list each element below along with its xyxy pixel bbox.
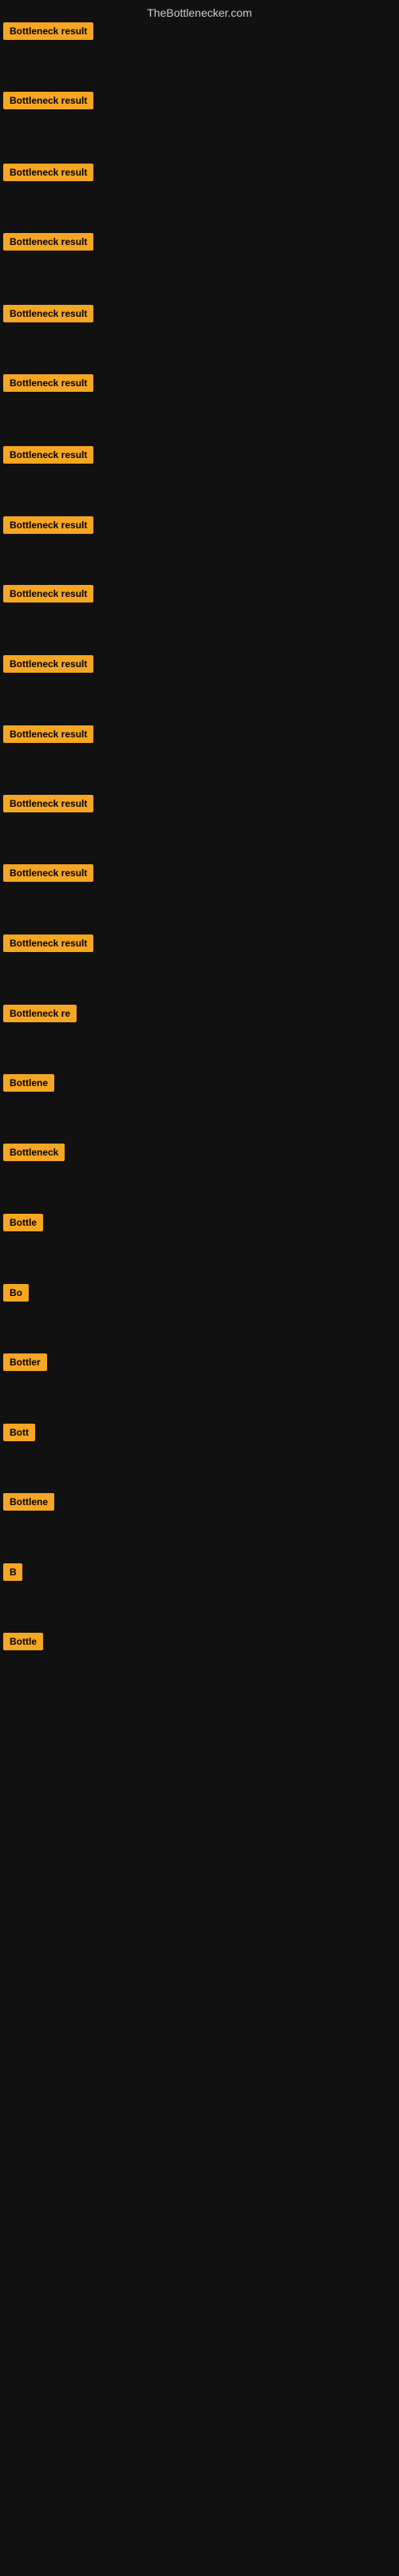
bottleneck-badge-23[interactable]: B (3, 1563, 22, 1585)
site-title-container: TheBottlenecker.com (0, 0, 399, 22)
bottleneck-badge-21[interactable]: Bott (3, 1424, 35, 1445)
bottleneck-badge-text-11: Bottleneck result (3, 725, 93, 743)
bottleneck-badge-4[interactable]: Bottleneck result (3, 233, 93, 255)
bottleneck-badge-text-20: Bottler (3, 1353, 47, 1371)
bottleneck-badge-text-19: Bo (3, 1284, 29, 1302)
bottleneck-badge-12[interactable]: Bottleneck result (3, 795, 93, 816)
bottleneck-badge-7[interactable]: Bottleneck result (3, 446, 93, 468)
bottleneck-badge-text-9: Bottleneck result (3, 585, 93, 603)
bottleneck-badge-14[interactable]: Bottleneck result (3, 934, 93, 956)
bottleneck-badge-8[interactable]: Bottleneck result (3, 516, 93, 538)
bottleneck-badge-text-2: Bottleneck result (3, 92, 93, 109)
bottleneck-badge-text-10: Bottleneck result (3, 655, 93, 673)
bottleneck-badge-text-22: Bottlene (3, 1493, 54, 1511)
bottleneck-badge-text-13: Bottleneck result (3, 864, 93, 882)
site-title: TheBottlenecker.com (0, 0, 399, 22)
bottleneck-badge-10[interactable]: Bottleneck result (3, 655, 93, 677)
badges-container: Bottleneck result Bottleneck result Bottle… (0, 22, 399, 2576)
bottleneck-badge-2[interactable]: Bottleneck result (3, 92, 93, 113)
bottleneck-badge-22[interactable]: Bottlene (3, 1493, 54, 1515)
bottleneck-badge-11[interactable]: Bottleneck result (3, 725, 93, 747)
bottleneck-badge-17[interactable]: Bottleneck (3, 1144, 65, 1165)
bottleneck-badge-20[interactable]: Bottler (3, 1353, 47, 1375)
bottleneck-badge-19[interactable]: Bo (3, 1284, 29, 1306)
bottleneck-badge-1[interactable]: Bottleneck result (3, 22, 93, 44)
bottleneck-badge-text-6: Bottleneck result (3, 374, 93, 392)
bottleneck-badge-text-16: Bottlene (3, 1074, 54, 1092)
bottleneck-badge-text-3: Bottleneck result (3, 164, 93, 181)
bottleneck-badge-text-4: Bottleneck result (3, 233, 93, 251)
bottleneck-badge-text-7: Bottleneck result (3, 446, 93, 464)
bottleneck-badge-text-8: Bottleneck result (3, 516, 93, 534)
bottleneck-badge-text-17: Bottleneck (3, 1144, 65, 1161)
bottleneck-badge-13[interactable]: Bottleneck result (3, 864, 93, 886)
bottleneck-badge-3[interactable]: Bottleneck result (3, 164, 93, 185)
bottleneck-badge-9[interactable]: Bottleneck result (3, 585, 93, 606)
bottleneck-badge-15[interactable]: Bottleneck re (3, 1005, 77, 1026)
bottleneck-badge-text-21: Bott (3, 1424, 35, 1441)
bottleneck-badge-5[interactable]: Bottleneck result (3, 305, 93, 326)
bottleneck-badge-6[interactable]: Bottleneck result (3, 374, 93, 396)
bottleneck-badge-text-15: Bottleneck re (3, 1005, 77, 1022)
bottleneck-badge-text-18: Bottle (3, 1214, 43, 1231)
bottleneck-badge-text-23: B (3, 1563, 22, 1581)
bottleneck-badge-16[interactable]: Bottlene (3, 1074, 54, 1096)
bottleneck-badge-text-1: Bottleneck result (3, 22, 93, 40)
bottleneck-badge-text-5: Bottleneck result (3, 305, 93, 322)
bottleneck-badge-text-12: Bottleneck result (3, 795, 93, 812)
bottleneck-badge-text-24: Bottle (3, 1633, 43, 1650)
bottleneck-badge-24[interactable]: Bottle (3, 1633, 43, 1654)
bottleneck-badge-18[interactable]: Bottle (3, 1214, 43, 1235)
bottleneck-badge-text-14: Bottleneck result (3, 934, 93, 952)
